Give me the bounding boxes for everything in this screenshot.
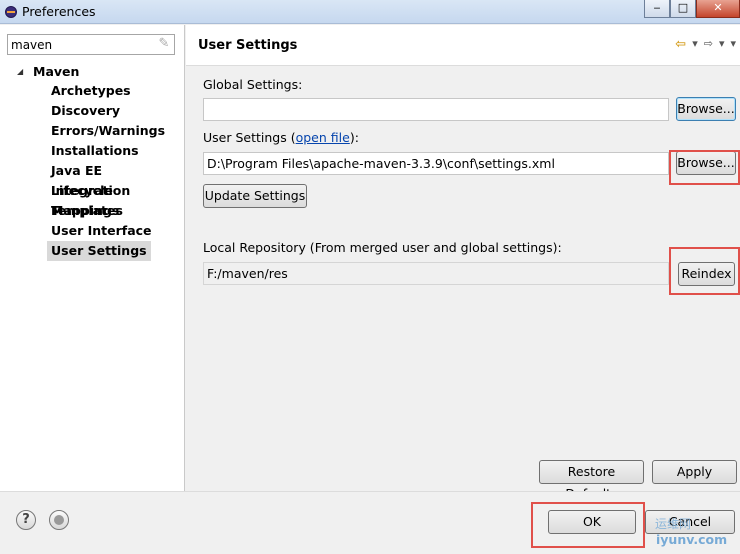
- restore-defaults-button[interactable]: Restore Defaults: [539, 460, 644, 501]
- global-settings-field[interactable]: [203, 98, 669, 121]
- user-settings-label: User Settings (open file):: [203, 130, 359, 145]
- tree-item-user-interface[interactable]: User Interface: [47, 221, 184, 241]
- tree-item-java-ee-integration[interactable]: Java EE Integration: [47, 161, 184, 198]
- ok-button[interactable]: OK: [548, 510, 636, 534]
- minimize-button[interactable]: ‒: [644, 0, 670, 18]
- user-settings-label-text: User Settings (: [203, 130, 296, 145]
- dialog-button-bar: ? OK Cancel: [0, 491, 740, 554]
- tree-item-templates[interactable]: Templates: [47, 201, 184, 221]
- forward-arrow-icon[interactable]: ⇨: [704, 37, 713, 52]
- import-dot-icon: [54, 515, 64, 525]
- settings-page: User Settings ⇦ ▾ ⇨ ▾ ▾ Global Settings:…: [186, 25, 740, 501]
- preferences-import-icon[interactable]: [49, 510, 69, 530]
- tree-item-discovery[interactable]: Discovery: [47, 101, 184, 121]
- filter-input[interactable]: [7, 34, 175, 55]
- tree-item-installations[interactable]: Installations: [47, 141, 184, 161]
- window-title-bar: Preferences ‒ □ ✕: [0, 0, 740, 24]
- tree-item-user-settings[interactable]: User Settings: [47, 241, 151, 261]
- watermark-chinese: 运维网: [655, 517, 692, 531]
- page-nav-toolbar: ⇦ ▾ ⇨ ▾ ▾: [675, 37, 736, 52]
- tree-item-errors-warnings[interactable]: Errors/Warnings: [47, 121, 184, 141]
- tree-item-archetypes[interactable]: Archetypes: [47, 81, 184, 101]
- window-controls: ‒ □ ✕: [644, 0, 740, 18]
- reindex-button[interactable]: Reindex: [678, 262, 735, 286]
- user-browse-button[interactable]: Browse...: [676, 151, 736, 175]
- user-settings-label-end: ):: [349, 130, 359, 145]
- clear-filter-icon[interactable]: ✎: [157, 37, 171, 51]
- global-browse-button[interactable]: Browse...: [676, 97, 736, 121]
- tree-item-maven[interactable]: ◢ Maven: [17, 62, 79, 80]
- close-window-button[interactable]: ✕: [696, 0, 740, 18]
- maven-children-list: Archetypes Discovery Errors/Warnings Ins…: [47, 81, 184, 261]
- page-header: User Settings ⇦ ▾ ⇨ ▾ ▾: [186, 25, 740, 66]
- forward-menu-icon[interactable]: ▾: [719, 37, 725, 52]
- update-settings-button[interactable]: Update Settings: [203, 184, 307, 208]
- maximize-button[interactable]: □: [670, 0, 696, 18]
- back-arrow-icon[interactable]: ⇦: [675, 37, 686, 52]
- window-title: Preferences: [22, 4, 96, 19]
- eclipse-app-icon: [5, 6, 17, 18]
- watermark-site: iyunv.com: [656, 532, 728, 547]
- collapse-arrow-icon[interactable]: ◢: [17, 67, 27, 76]
- user-settings-field[interactable]: D:\Program Files\apache-maven-3.3.9\conf…: [203, 152, 669, 175]
- back-menu-icon[interactable]: ▾: [692, 37, 698, 52]
- open-file-link[interactable]: open file: [296, 130, 350, 145]
- tree-root-label: Maven: [33, 63, 80, 79]
- global-settings-label: Global Settings:: [203, 77, 303, 92]
- help-icon[interactable]: ?: [16, 510, 36, 530]
- local-repository-label: Local Repository (From merged user and g…: [203, 240, 562, 255]
- preference-tree-pane: ✎ ◢ Maven Archetypes Discovery Errors/Wa…: [0, 25, 185, 491]
- view-menu-icon[interactable]: ▾: [730, 37, 736, 52]
- apply-button[interactable]: Apply: [652, 460, 737, 484]
- local-repository-field: F:/maven/res: [203, 262, 669, 285]
- page-title: User Settings: [198, 38, 298, 53]
